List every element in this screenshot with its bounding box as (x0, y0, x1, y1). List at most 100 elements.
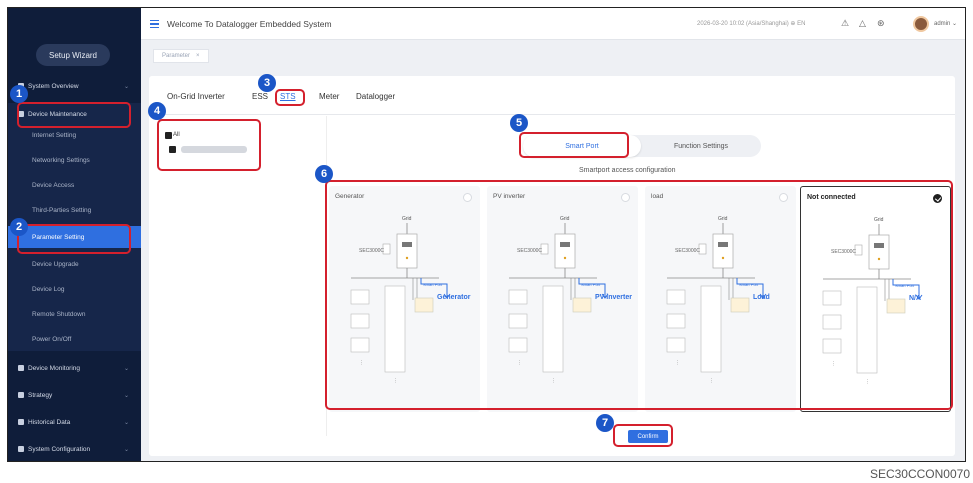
destination-label: Load (753, 294, 770, 301)
smart-port-label: Smart Port (895, 283, 915, 288)
sidebar-item-remote-shutdown[interactable]: Remote Shutdown (8, 303, 141, 325)
svg-text:⋮: ⋮ (831, 361, 836, 367)
page-tabs-bar: Parameter × (141, 40, 965, 68)
smart-port-tab[interactable]: Smart Port (523, 135, 641, 157)
callout-badge-2: 2 (10, 218, 28, 236)
sidebar-item-device-upgrade[interactable]: Device Upgrade (8, 253, 141, 275)
select-all-checkbox[interactable] (165, 132, 172, 139)
sec-label: SEC3000C (831, 249, 857, 255)
function-settings-tab[interactable]: Function Settings (641, 135, 761, 157)
chevron-down-icon: ⌄ (123, 419, 129, 426)
sidebar-item-label: System Overview (28, 82, 79, 90)
chevron-down-icon: ⌄ (123, 392, 129, 399)
callout-badge-7: 7 (596, 414, 614, 432)
callout-badge-3: 3 (258, 74, 276, 92)
sidebar-item-label: Strategy (28, 391, 53, 399)
tab-datalogger[interactable]: Datalogger (356, 92, 395, 101)
menu-icon[interactable] (150, 20, 159, 28)
chevron-down-icon: ⌄ (123, 83, 129, 90)
port-option-card[interactable]: PV inverter ⋮ ⋮ Grid SEC3000C Smart Port PV in… (487, 186, 638, 412)
parameter-panel: On-Grid Inverter ESS STS Meter Datalogge… (149, 76, 955, 456)
grid-label: Grid (718, 216, 728, 222)
strategy-icon (18, 392, 24, 398)
callout-badge-5: 5 (510, 114, 528, 132)
sidebar-item-label: Device Maintenance (28, 110, 87, 118)
app-title: Welcome To Datalogger Embedded System (167, 19, 332, 29)
sidebar-item-system-configuration[interactable]: System Configuration ⌄ (8, 438, 141, 460)
sidebar-item-networking-settings[interactable]: Networking Settings (8, 149, 141, 171)
help-icon[interactable]: ⊛ (877, 18, 885, 29)
callout-badge-4: 4 (148, 102, 166, 120)
warning-icon[interactable]: ⚠ (841, 18, 849, 29)
tab-meter[interactable]: Meter (319, 92, 339, 101)
port-option-card[interactable]: Generator ⋮ ⋮ Grid SEC3000C Smart Port Generat… (329, 186, 480, 412)
top-bar: Welcome To Datalogger Embedded System 20… (141, 8, 965, 40)
sidebar-item-internet-setting[interactable]: Internet Setting (8, 124, 141, 146)
svg-text:⋮: ⋮ (709, 378, 714, 384)
tab-label: Parameter (162, 53, 191, 59)
port-option-card[interactable]: load ⋮ ⋮ Grid SEC3000C Smart Port Load (645, 186, 796, 412)
device-list (157, 116, 327, 436)
smart-port-label: Smart Port (581, 282, 601, 287)
sidebar-item-label: Device Monitoring (28, 364, 81, 372)
smart-port-label: Smart Port (423, 282, 443, 287)
figure-code: SEC30CCON0070 (869, 467, 970, 481)
sidebar-item-label: Historical Data (28, 418, 71, 426)
sidebar-item-third-parties-setting[interactable]: Third-Parties Setting (8, 199, 141, 221)
sec-label: SEC3000C (675, 248, 701, 254)
destination-label: PV inverter (595, 294, 632, 301)
settings-icon (18, 446, 24, 452)
monitor-icon (18, 365, 24, 371)
setup-wizard-button[interactable]: Setup Wizard (36, 44, 110, 66)
grid-label: Grid (874, 217, 884, 223)
alarm-icon[interactable]: △ (859, 18, 866, 29)
sidebar-item-parameter-setting[interactable]: Parameter Setting (8, 226, 141, 248)
sidebar-item-device-access[interactable]: Device Access (8, 174, 141, 196)
sidebar-item-historical-data[interactable]: Historical Data ⌄ (8, 411, 141, 433)
sidebar-item-strategy[interactable]: Strategy ⌄ (8, 384, 141, 406)
callout-badge-1: 1 (10, 85, 28, 103)
datetime-text: 2026-03-20 10:02 (Asia/Shanghai) ⊕ EN (697, 20, 805, 27)
svg-text:⋮: ⋮ (517, 360, 522, 366)
port-option-card[interactable]: Not connected ⋮ ⋮ Grid SEC3000C Smart Port N/A (800, 186, 951, 412)
tab-parameter[interactable]: Parameter × (153, 49, 209, 63)
select-all-label: All (173, 132, 180, 138)
close-icon[interactable]: × (196, 53, 200, 59)
sec-label: SEC3000C (359, 248, 385, 254)
grid-label: Grid (560, 216, 570, 222)
svg-text:⋮: ⋮ (393, 378, 398, 384)
svg-text:⋮: ⋮ (675, 360, 680, 366)
mode-segmented-control: Smart Port Function Settings (523, 135, 761, 157)
language-value[interactable]: EN (797, 21, 805, 27)
user-menu[interactable]: admin ⌄ (934, 20, 957, 27)
sidebar: Setup Wizard System Overview ⌄ Device Ma… (8, 8, 141, 461)
datetime-value: 2026-03-20 10:02 (Asia/Shanghai) (697, 21, 789, 27)
grid-label: Grid (402, 216, 412, 222)
tab-on-grid-inverter[interactable]: On-Grid Inverter (167, 92, 225, 101)
sidebar-item-power-on-off[interactable]: Power On/Off (8, 328, 141, 350)
config-title: Smartport access configuration (579, 167, 676, 174)
svg-text:⋮: ⋮ (865, 379, 870, 385)
device-checkbox[interactable] (169, 146, 176, 153)
tab-ess[interactable]: ESS (252, 92, 268, 101)
chevron-down-icon: ⌄ (123, 446, 129, 453)
tab-sts[interactable]: STS (280, 92, 296, 101)
svg-text:⋮: ⋮ (359, 360, 364, 366)
app-window: Setup Wizard System Overview ⌄ Device Ma… (7, 7, 966, 462)
sidebar-item-device-monitoring[interactable]: Device Monitoring ⌄ (8, 357, 141, 379)
sidebar-item-device-maintenance[interactable]: Device Maintenance (8, 103, 141, 125)
sec-label: SEC3000C (517, 248, 543, 254)
chevron-down-icon: ⌄ (952, 21, 958, 27)
device-serial-blurred (181, 146, 247, 153)
chevron-down-icon: ⌄ (123, 365, 129, 372)
destination-label: Generator (437, 294, 471, 301)
maintenance-icon (18, 111, 24, 117)
callout-badge-6: 6 (315, 165, 333, 183)
sidebar-item-device-log[interactable]: Device Log (8, 278, 141, 300)
sidebar-item-label: System Configuration (28, 445, 91, 453)
globe-icon[interactable]: ⊕ (790, 21, 795, 27)
avatar[interactable] (913, 16, 929, 32)
svg-text:⋮: ⋮ (551, 378, 556, 384)
destination-label: N/A (909, 295, 922, 302)
confirm-button[interactable]: Confirm (628, 430, 668, 443)
